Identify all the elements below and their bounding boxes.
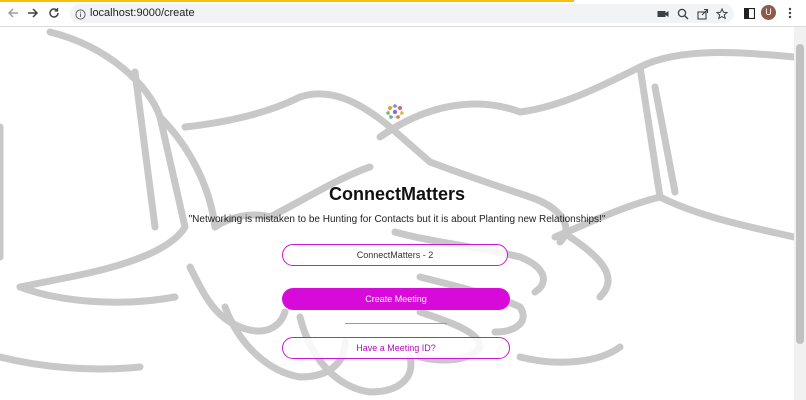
more-icon[interactable] xyxy=(783,6,797,20)
zoom-icon[interactable] xyxy=(677,8,689,20)
tagline-quote: "Networking is mistaken to be Hunting fo… xyxy=(188,214,606,225)
info-icon[interactable] xyxy=(75,7,86,25)
page-title: ConnectMatters xyxy=(328,184,466,204)
sidebar-icon[interactable] xyxy=(742,6,756,20)
back-icon[interactable] xyxy=(6,6,20,20)
meeting-name-input[interactable] xyxy=(282,244,508,266)
page-viewport: ConnectMatters "Networking is mistaken t… xyxy=(0,27,794,400)
url-text[interactable]: localhost:9000/create xyxy=(90,7,195,19)
connectmatters-logo xyxy=(386,104,404,119)
address-bar[interactable]: localhost:9000/create xyxy=(70,4,734,23)
camera-icon[interactable] xyxy=(657,8,669,20)
star-icon[interactable] xyxy=(716,8,728,20)
share-icon[interactable] xyxy=(697,8,709,20)
profile-avatar[interactable]: U xyxy=(761,5,776,20)
browser-toolbar: localhost:9000/create U xyxy=(0,0,806,27)
page-load-progress xyxy=(0,0,574,2)
create-meeting-button[interactable]: Create Meeting xyxy=(282,288,510,310)
have-meeting-id-button[interactable]: Have a Meeting ID? xyxy=(282,337,510,359)
reload-icon[interactable] xyxy=(47,6,61,20)
scrollbar-thumb[interactable] xyxy=(796,44,804,344)
divider xyxy=(345,323,447,324)
forward-icon[interactable] xyxy=(26,6,40,20)
